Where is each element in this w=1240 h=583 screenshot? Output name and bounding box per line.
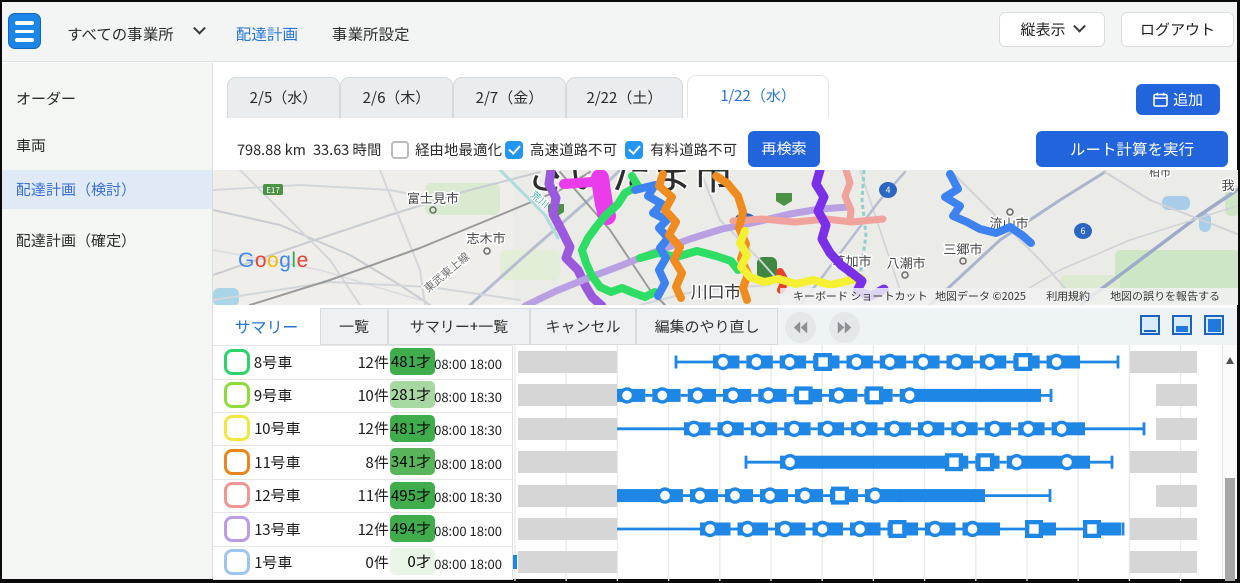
svg-text:6: 6 xyxy=(1081,224,1086,237)
svg-text:キーボード ショートカット地図データ ©2025利用規約地図: キーボード ショートカット地図データ ©2025利用規約地図の誤りを報告する xyxy=(793,288,1220,304)
svg-text:E17: E17 xyxy=(266,185,280,196)
svg-text:八潮市: 八潮市 xyxy=(886,253,925,272)
svg-text:Google: Google xyxy=(238,249,309,272)
svg-text:三郷市: 三郷市 xyxy=(943,239,982,258)
svg-text:4: 4 xyxy=(886,183,891,196)
svg-text:我: 我 xyxy=(1221,175,1235,194)
svg-text:富士見市: 富士見市 xyxy=(407,188,459,207)
svg-text:川口市: 川口市 xyxy=(691,278,742,303)
svg-text:志木市: 志木市 xyxy=(466,228,505,247)
svg-text:柏市: 柏市 xyxy=(1149,170,1171,180)
